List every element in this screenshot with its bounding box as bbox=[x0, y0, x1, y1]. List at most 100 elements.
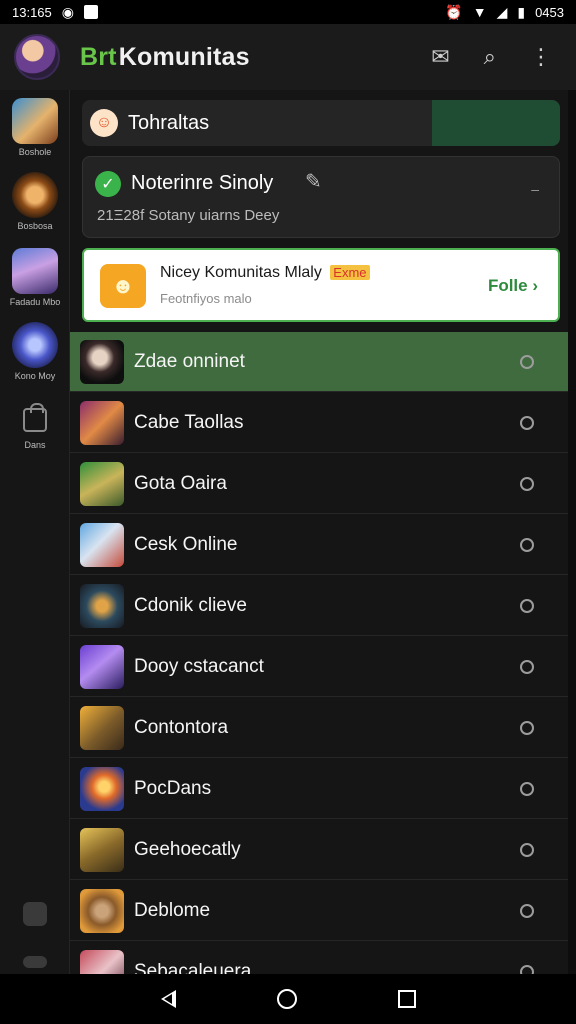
rail-label: Fadadu Mbo bbox=[9, 297, 61, 307]
rail-item-kono-moy[interactable]: Kono Moy bbox=[0, 322, 70, 381]
list-item[interactable]: Cabe Taollas bbox=[70, 393, 568, 453]
radio-button[interactable] bbox=[520, 599, 534, 613]
game-thumbnail bbox=[80, 583, 124, 628]
game-thumbnail bbox=[80, 949, 124, 974]
rail-bottom-button-2[interactable] bbox=[0, 956, 70, 968]
rail-item-bosbosa[interactable]: Bosbosa bbox=[0, 172, 70, 231]
radio-button[interactable] bbox=[520, 477, 534, 491]
rail-item-boshole[interactable]: Boshole bbox=[0, 98, 70, 157]
list-item-label: Deblome bbox=[134, 899, 211, 921]
game-thumbnail bbox=[80, 766, 124, 811]
promo-title: Nicey Komunitas Mlaly Exme bbox=[160, 264, 370, 282]
radio-button[interactable] bbox=[520, 355, 534, 369]
face-icon: ☺ bbox=[90, 109, 118, 137]
list-item[interactable]: Deblome bbox=[70, 881, 568, 941]
rail-bottom-button[interactable] bbox=[0, 902, 70, 926]
game-thumbnail bbox=[12, 98, 58, 144]
battery-level: 0453 bbox=[535, 4, 564, 20]
list-item-label: Gota Oaira bbox=[134, 472, 227, 494]
radio-button[interactable] bbox=[520, 416, 534, 430]
more-vert-icon[interactable]: ⋮ bbox=[530, 46, 552, 68]
scrollbar[interactable] bbox=[568, 90, 576, 974]
radio-button[interactable] bbox=[520, 660, 534, 674]
game-thumbnail bbox=[80, 644, 124, 689]
rail-label: Kono Moy bbox=[14, 371, 56, 381]
list-item-label: Dooy cstacanct bbox=[134, 655, 264, 677]
shield-icon bbox=[23, 902, 47, 926]
rail-label: Bosbosa bbox=[17, 221, 53, 231]
list-item-label: Cesk Online bbox=[134, 533, 238, 555]
search-icon[interactable]: ⌕ bbox=[484, 46, 496, 68]
game-thumbnail bbox=[80, 400, 124, 445]
top-card-label: Tohraltas bbox=[128, 111, 210, 134]
rail-label: Dans bbox=[24, 440, 46, 450]
rail-label: Boshole bbox=[18, 147, 52, 157]
signal-icon: ◢ bbox=[496, 4, 508, 20]
list-item[interactable]: Zdae onninet bbox=[70, 332, 568, 392]
left-rail: Boshole Bosbosa Fadadu Mbo Kono Moy Dans bbox=[0, 90, 70, 974]
wifi-icon: ▼ bbox=[472, 4, 487, 20]
progress-fill bbox=[432, 100, 560, 146]
list-item[interactable]: Cdonik clieve bbox=[70, 576, 568, 636]
list-item-label: PocDans bbox=[134, 777, 212, 799]
list-item-label: Contontora bbox=[134, 716, 229, 738]
recents-icon[interactable] bbox=[397, 990, 416, 1008]
game-thumbnail bbox=[12, 322, 58, 368]
notification-card[interactable]: ✓ Noterinre Sinoly ✎ – 21Ξ28f Sotany uia… bbox=[82, 156, 560, 238]
radio-button[interactable] bbox=[520, 965, 534, 974]
main-content: ☺ Tohraltas ✓ Noterinre Sinoly ✎ – 21Ξ28… bbox=[70, 90, 568, 974]
list-item[interactable]: Geehoecatly bbox=[70, 820, 568, 880]
battery-icon: ▮ bbox=[517, 4, 526, 20]
game-thumbnail bbox=[80, 705, 124, 750]
promo-badge-icon: ☻ bbox=[100, 264, 146, 308]
notification-title: Noterinre Sinoly bbox=[131, 172, 274, 194]
radio-button[interactable] bbox=[520, 843, 534, 857]
home-icon[interactable] bbox=[276, 989, 297, 1009]
list-item-label: Zdae onninet bbox=[134, 350, 245, 372]
back-icon[interactable] bbox=[160, 990, 176, 1008]
promo-subtitle: Feotnfiyos malo bbox=[160, 291, 252, 306]
promo-card[interactable]: ☻ Nicey Komunitas Mlaly Exme Feotnfiyos … bbox=[82, 248, 560, 322]
game-thumbnail bbox=[80, 888, 124, 933]
game-thumbnail bbox=[80, 522, 124, 567]
rail-item-dans[interactable]: Dans bbox=[0, 403, 70, 450]
radio-button[interactable] bbox=[520, 538, 534, 552]
list-item[interactable]: Cesk Online bbox=[70, 515, 568, 575]
app-title: Brt Komunitas bbox=[80, 43, 250, 72]
list-item[interactable]: Contontora bbox=[70, 698, 568, 758]
radio-button[interactable] bbox=[520, 782, 534, 796]
notification-icon: ◉ bbox=[61, 4, 74, 20]
radio-button[interactable] bbox=[520, 721, 534, 735]
list-item-label: Cabe Taollas bbox=[134, 411, 244, 433]
game-thumbnail bbox=[12, 172, 58, 218]
status-bar: 13:165 ◉ ⏰ ▼ ◢ ▮ 0453 bbox=[0, 0, 576, 24]
game-thumbnail bbox=[80, 339, 124, 384]
radio-button[interactable] bbox=[520, 904, 534, 918]
list-item[interactable]: Dooy cstacanct bbox=[70, 637, 568, 697]
game-thumbnail bbox=[80, 827, 124, 872]
list-item-label: Cdonik clieve bbox=[134, 594, 247, 616]
settings-icon bbox=[23, 956, 47, 968]
mail-icon[interactable]: ✉ bbox=[431, 46, 449, 68]
profile-avatar[interactable] bbox=[14, 34, 60, 80]
app-bar: Brt Komunitas ✉ ⌕ ⋮ bbox=[0, 24, 576, 90]
promo-tag: Exme bbox=[330, 265, 370, 280]
status-time: 13:165 bbox=[12, 4, 52, 20]
follow-button[interactable]: Folle › bbox=[488, 276, 538, 296]
brand-title: Komunitas bbox=[118, 42, 250, 71]
game-thumbnail bbox=[80, 461, 124, 506]
collapse-icon[interactable]: – bbox=[531, 181, 539, 197]
check-icon: ✓ bbox=[95, 171, 121, 197]
rail-item-fadadu-mbo[interactable]: Fadadu Mbo bbox=[0, 248, 70, 307]
follow-label: Folle bbox=[487, 276, 528, 295]
list-item[interactable]: Sebacaleuera bbox=[70, 942, 568, 974]
list-item[interactable]: PocDans bbox=[70, 759, 568, 819]
top-card[interactable]: ☺ Tohraltas bbox=[82, 100, 560, 146]
promo-title-text: Nicey Komunitas Mlaly bbox=[160, 264, 322, 281]
notification-subtitle: 21Ξ28f Sotany uiarns Deey bbox=[97, 207, 280, 224]
brand-accent: Brt bbox=[80, 42, 117, 71]
system-nav-bar bbox=[0, 974, 576, 1024]
pin-icon[interactable]: ✎ bbox=[305, 169, 322, 194]
game-thumbnail bbox=[12, 248, 58, 294]
list-item[interactable]: Gota Oaira bbox=[70, 454, 568, 514]
